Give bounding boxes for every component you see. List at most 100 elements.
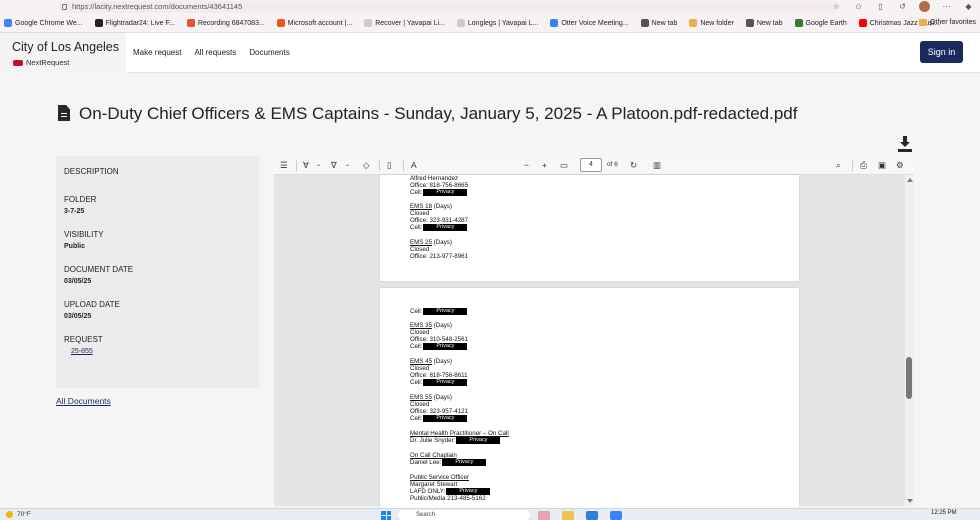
file-explorer-icon[interactable] xyxy=(562,511,574,520)
copilot-app-icon[interactable] xyxy=(538,511,550,520)
bookmark-item[interactable]: New tab xyxy=(745,19,783,27)
pdf-page: Cell: Privacy EMS 35 (Days) Closed Office… xyxy=(380,288,799,513)
favorite-star-icon[interactable]: ☆ xyxy=(831,1,842,12)
bookmark-label: Google Chrome We... xyxy=(15,19,83,27)
chevron-down-icon[interactable]: ⌄ xyxy=(345,160,350,171)
contact-name: Daniel Lee: xyxy=(410,459,442,466)
unit-name: EMS 25 xyxy=(410,239,433,246)
brand[interactable]: City of Los Angeles NextRequest xyxy=(0,33,126,73)
rotate-icon[interactable]: ↻ xyxy=(630,160,637,171)
bookmark-favicon-icon xyxy=(94,19,103,27)
contents-icon[interactable]: ☰ xyxy=(280,160,288,171)
pdf-line: Cell: Privacy xyxy=(410,379,468,386)
settings-gear-icon[interactable]: ⚙ xyxy=(896,160,904,171)
other-favorites[interactable]: Other favorites xyxy=(919,19,976,26)
weather-widget[interactable]: 70°F xyxy=(6,511,31,518)
toolbar-divider xyxy=(852,160,853,171)
bookmark-label: Otter Voice Meeting... xyxy=(561,19,629,27)
bookmark-item[interactable]: Recover | Yavapai Li... xyxy=(364,19,445,27)
more-menu-icon[interactable]: ⋯ xyxy=(941,1,952,12)
shift-label: (Days) xyxy=(432,358,452,365)
toolbar-divider xyxy=(296,160,297,171)
page-number-input[interactable]: 4 xyxy=(580,158,602,172)
document-metadata: DESCRIPTION FOLDER 3-7-25 VISIBILITY Pub… xyxy=(56,156,259,388)
redaction-box: Privacy xyxy=(456,437,501,444)
bookmark-label: Recording 6847083... xyxy=(197,19,265,27)
bookmark-favicon-icon xyxy=(640,19,649,27)
copilot-icon[interactable]: ◆ xyxy=(963,1,974,12)
profile-avatar[interactable] xyxy=(919,1,930,12)
print-icon[interactable]: ⎙ xyxy=(860,160,867,171)
bookmark-item[interactable]: Google Chrome We... xyxy=(4,19,83,27)
windows-start-icon[interactable] xyxy=(381,511,391,520)
bookmark-item[interactable]: Microsoft account |... xyxy=(276,19,352,27)
nav-documents[interactable]: Documents xyxy=(249,48,289,57)
bookmark-item[interactable]: Recording 6847083... xyxy=(186,19,265,27)
bookmark-item[interactable]: New folder xyxy=(689,19,734,27)
request-link[interactable]: 25-855 xyxy=(71,348,251,355)
city-name: City of Los Angeles xyxy=(12,40,120,54)
edge-browser-icon[interactable] xyxy=(586,511,598,520)
sign-in-button[interactable]: Sign in xyxy=(920,41,963,63)
nav-make-request[interactable]: Make request xyxy=(133,48,181,57)
pdf-page: Alfred Hernandez Office: 818-756-8665 Ce… xyxy=(380,175,799,281)
read-aloud-icon[interactable]: A xyxy=(411,160,417,171)
all-documents-link[interactable]: All Documents xyxy=(56,396,111,406)
bookmark-item[interactable]: Longlegs | Yavapai L... xyxy=(456,19,538,27)
bookmark-item[interactable]: Google Earth xyxy=(794,19,847,27)
weather-temp: 70°F xyxy=(17,511,31,518)
page-view-icon[interactable]: ▯ xyxy=(387,160,392,171)
nextrequest-logo: NextRequest xyxy=(13,58,69,67)
bookmark-label: Flightradar24: Live F... xyxy=(105,19,175,27)
other-favorites-label: Other favorites xyxy=(930,19,976,26)
split-screen-icon[interactable]: ▯ xyxy=(875,1,886,12)
bookmark-label: New tab xyxy=(756,19,783,27)
bookmark-item[interactable]: Flightradar24: Live F... xyxy=(94,19,175,27)
pdf-line: Public/Media 213-485-5162 xyxy=(410,495,486,502)
bookmark-label: Google Earth xyxy=(805,19,847,27)
bookmark-favicon-icon xyxy=(456,19,465,27)
bookmarks-bar: Google Chrome We... Flightradar24: Live F… xyxy=(0,14,980,33)
nav-all-requests[interactable]: All requests xyxy=(194,48,236,57)
cell-label: Cell: xyxy=(410,415,423,422)
search-icon[interactable]: ⌕ xyxy=(836,160,841,171)
redaction-box: Privacy xyxy=(442,459,487,466)
eraser-icon[interactable]: ◇ xyxy=(363,160,370,171)
zoom-out-icon[interactable]: − xyxy=(524,160,529,171)
bookmark-label: New tab xyxy=(651,19,678,27)
chevron-down-icon[interactable]: ⌄ xyxy=(316,160,321,171)
history-icon[interactable]: ↺ xyxy=(897,1,908,12)
bookmark-item[interactable]: Otter Voice Meeting... xyxy=(550,19,629,27)
bookmark-favicon-icon xyxy=(276,19,285,27)
pdf-scrollbar[interactable] xyxy=(905,175,914,506)
lock-icon xyxy=(62,4,67,10)
download-icon[interactable] xyxy=(898,136,912,152)
unit-name: EMS 55 xyxy=(410,394,433,401)
page-title: On-Duty Chief Officers & EMS Captains - … xyxy=(79,104,798,123)
scroll-down-icon[interactable] xyxy=(907,499,913,503)
bookmark-item[interactable]: New tab xyxy=(640,19,678,27)
fit-page-icon[interactable]: ▭ xyxy=(560,160,568,171)
zoom-in-icon[interactable]: + xyxy=(542,160,547,171)
scroll-up-icon[interactable] xyxy=(907,178,913,182)
scrollbar-thumb[interactable] xyxy=(906,357,912,399)
folder-value: 3-7-25 xyxy=(64,208,85,215)
app-icon[interactable] xyxy=(610,511,622,520)
cell-label: Cell: xyxy=(410,224,423,231)
save-icon[interactable]: ▣ xyxy=(878,160,886,171)
bookmark-label: New folder xyxy=(700,19,734,27)
pdf-line: Cell: Privacy xyxy=(410,308,468,315)
nextrequest-logo-icon xyxy=(13,59,23,66)
favorites-icon[interactable]: ✩ xyxy=(853,1,864,12)
taskbar-search[interactable]: Search xyxy=(398,510,530,520)
highlight-icon[interactable]: ∇ xyxy=(331,160,337,171)
bookmark-favicon-icon xyxy=(4,19,12,27)
bookmark-favicon-icon xyxy=(794,19,803,27)
draw-icon[interactable]: ∀ xyxy=(303,160,309,171)
address-bar[interactable]: https://lacity.nextrequest.com/documents… xyxy=(58,1,838,13)
two-page-icon[interactable]: ▥ xyxy=(653,160,661,171)
shift-label: (Days) xyxy=(432,239,452,246)
cell-label: Cell: xyxy=(410,189,423,196)
description-label: DESCRIPTION xyxy=(64,167,119,176)
sun-icon xyxy=(6,511,13,518)
